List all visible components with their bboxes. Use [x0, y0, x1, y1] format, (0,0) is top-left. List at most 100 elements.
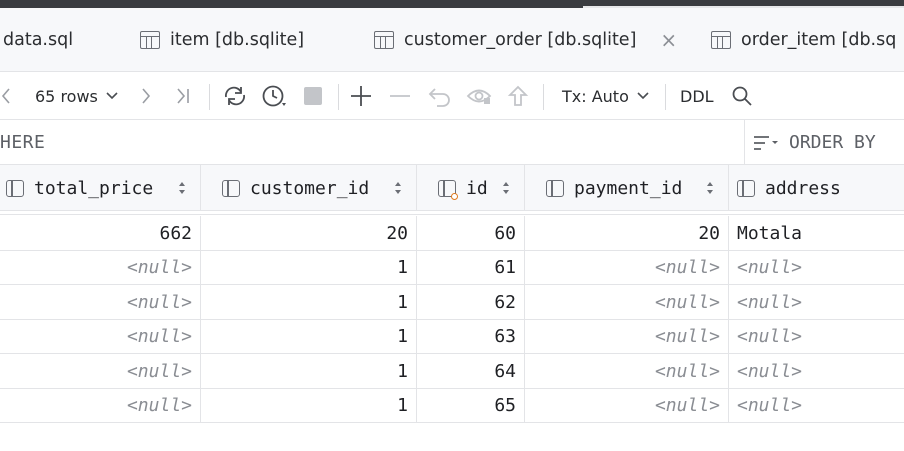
table-cell[interactable]: 64	[417, 354, 525, 388]
previous-page-icon[interactable]	[0, 72, 12, 120]
rows-count-label: 65 rows	[35, 86, 98, 106]
chevron-down-icon	[106, 92, 118, 100]
column-name: payment_id	[574, 177, 683, 199]
table-cell[interactable]: <null>	[525, 354, 729, 388]
sort-arrows-icon[interactable]	[503, 182, 510, 194]
tab-data-sql[interactable]: data.sql	[3, 8, 73, 72]
table-cell[interactable]: <null>	[729, 320, 904, 354]
column-icon	[6, 179, 24, 197]
refresh-icon[interactable]	[222, 72, 248, 120]
tab-label: item [db.sqlite]	[170, 30, 305, 50]
column-header-customer-id[interactable]: customer_id	[201, 165, 417, 211]
filter-bar: HERE ORDER BY	[0, 120, 904, 165]
table-cell[interactable]: <null>	[729, 354, 904, 388]
header-spacer	[0, 211, 904, 215]
column-header-total-price[interactable]: total_price	[0, 165, 201, 211]
preview-changes-icon[interactable]	[466, 72, 494, 120]
table-cell[interactable]: 1	[201, 319, 417, 354]
table-icon	[711, 31, 731, 49]
column-name: customer_id	[250, 177, 370, 199]
revert-icon[interactable]	[428, 72, 452, 120]
table-cell[interactable]: <null>	[729, 285, 904, 319]
column-icon	[546, 179, 564, 197]
window-top-strip	[0, 0, 904, 9]
table-cell[interactable]: 65	[417, 388, 525, 423]
close-icon[interactable]: ×	[660, 28, 677, 52]
toolbar-separator	[665, 84, 666, 110]
tab-label: data.sql	[3, 30, 74, 50]
sort-arrows-icon[interactable]	[395, 182, 402, 194]
table-cell[interactable]: <null>	[729, 251, 904, 285]
table-row[interactable]: <null> 1 62 <null> <null>	[0, 285, 904, 320]
table-cell[interactable]: 20	[201, 216, 417, 250]
table-cell[interactable]: <null>	[0, 354, 201, 388]
last-page-icon[interactable]	[175, 72, 191, 120]
sort-lines-icon	[754, 135, 778, 150]
column-name: id	[466, 177, 488, 199]
column-header-row: total_price customer_id id payment_id ad…	[0, 165, 904, 211]
table-cell[interactable]: 61	[417, 250, 525, 285]
table-cell[interactable]: <null>	[525, 319, 729, 354]
table-cell[interactable]: <null>	[729, 389, 904, 423]
search-icon[interactable]	[731, 72, 753, 120]
table-cell[interactable]: 62	[417, 285, 525, 319]
table-icon	[374, 31, 394, 49]
table-row[interactable]: <null> 1 63 <null> <null>	[0, 319, 904, 354]
transaction-mode-dropdown[interactable]: Tx: Auto	[562, 72, 649, 120]
history-clock-icon[interactable]	[261, 72, 287, 120]
column-icon	[737, 179, 755, 197]
editor-tab-bar: data.sql item [db.sqlite] customer_order…	[0, 8, 904, 79]
column-icon	[222, 179, 240, 197]
submit-up-arrow-icon[interactable]	[507, 72, 529, 120]
stop-icon[interactable]	[303, 72, 323, 120]
table-row[interactable]: <null> 1 64 <null> <null>	[0, 354, 904, 389]
delete-row-icon[interactable]	[389, 72, 411, 120]
tab-customer-order[interactable]: customer_order [db.sqlite] ×	[374, 8, 677, 72]
key-icon	[451, 192, 458, 200]
column-name: address	[765, 177, 841, 199]
next-page-icon[interactable]	[140, 72, 152, 120]
table-cell[interactable]: <null>	[525, 388, 729, 423]
sort-arrows-icon[interactable]	[179, 182, 186, 194]
rows-count-dropdown[interactable]: 65 rows	[35, 72, 118, 120]
where-filter-input[interactable]: HERE	[0, 120, 45, 165]
table-cell[interactable]: 1	[201, 250, 417, 285]
table-row[interactable]: <null> 1 61 <null> <null>	[0, 250, 904, 285]
table-row[interactable]: 662 20 60 20 Motala	[0, 216, 904, 251]
table-cell[interactable]: 60	[417, 216, 525, 250]
table-cell[interactable]: 1	[201, 388, 417, 423]
table-cell[interactable]: 1	[201, 285, 417, 319]
toolbar-separator	[543, 84, 544, 110]
table-cell[interactable]: 63	[417, 319, 525, 354]
grid-toolbar: 65 rows Tx: Auto DDL	[0, 72, 904, 120]
column-header-address[interactable]: address	[729, 165, 904, 211]
tab-order-item[interactable]: order_item [db.sq	[711, 8, 896, 72]
table-cell[interactable]: <null>	[0, 319, 201, 354]
order-by-label: ORDER BY	[789, 132, 876, 153]
column-header-payment-id[interactable]: payment_id	[525, 165, 729, 211]
add-row-icon[interactable]	[350, 72, 372, 120]
table-cell[interactable]: <null>	[0, 285, 201, 319]
table-cell[interactable]: 662	[0, 216, 201, 250]
table-cell[interactable]: <null>	[525, 285, 729, 319]
column-header-id[interactable]: id	[417, 165, 525, 211]
tab-label: order_item [db.sq	[741, 30, 897, 50]
table-cell[interactable]: <null>	[0, 388, 201, 423]
order-by-input[interactable]: ORDER BY	[744, 120, 904, 165]
table-cell[interactable]: Motala	[729, 216, 904, 250]
chevron-down-icon	[637, 92, 649, 100]
toolbar-separator	[209, 84, 210, 110]
ddl-label: DDL	[680, 86, 714, 106]
table-cell[interactable]: 1	[201, 354, 417, 388]
column-name: total_price	[34, 177, 154, 199]
table-row[interactable]: <null> 1 65 <null> <null>	[0, 388, 904, 423]
ddl-button[interactable]: DDL	[680, 72, 714, 120]
table-cell[interactable]: 20	[525, 216, 729, 250]
transaction-mode-label: Tx: Auto	[562, 86, 629, 106]
table-cell[interactable]: <null>	[525, 250, 729, 285]
tab-item[interactable]: item [db.sqlite]	[140, 8, 304, 72]
where-label: HERE	[0, 132, 46, 153]
sort-arrows-icon[interactable]	[707, 182, 714, 194]
table-cell[interactable]: <null>	[0, 250, 201, 285]
tab-label: customer_order [db.sqlite]	[404, 30, 637, 50]
